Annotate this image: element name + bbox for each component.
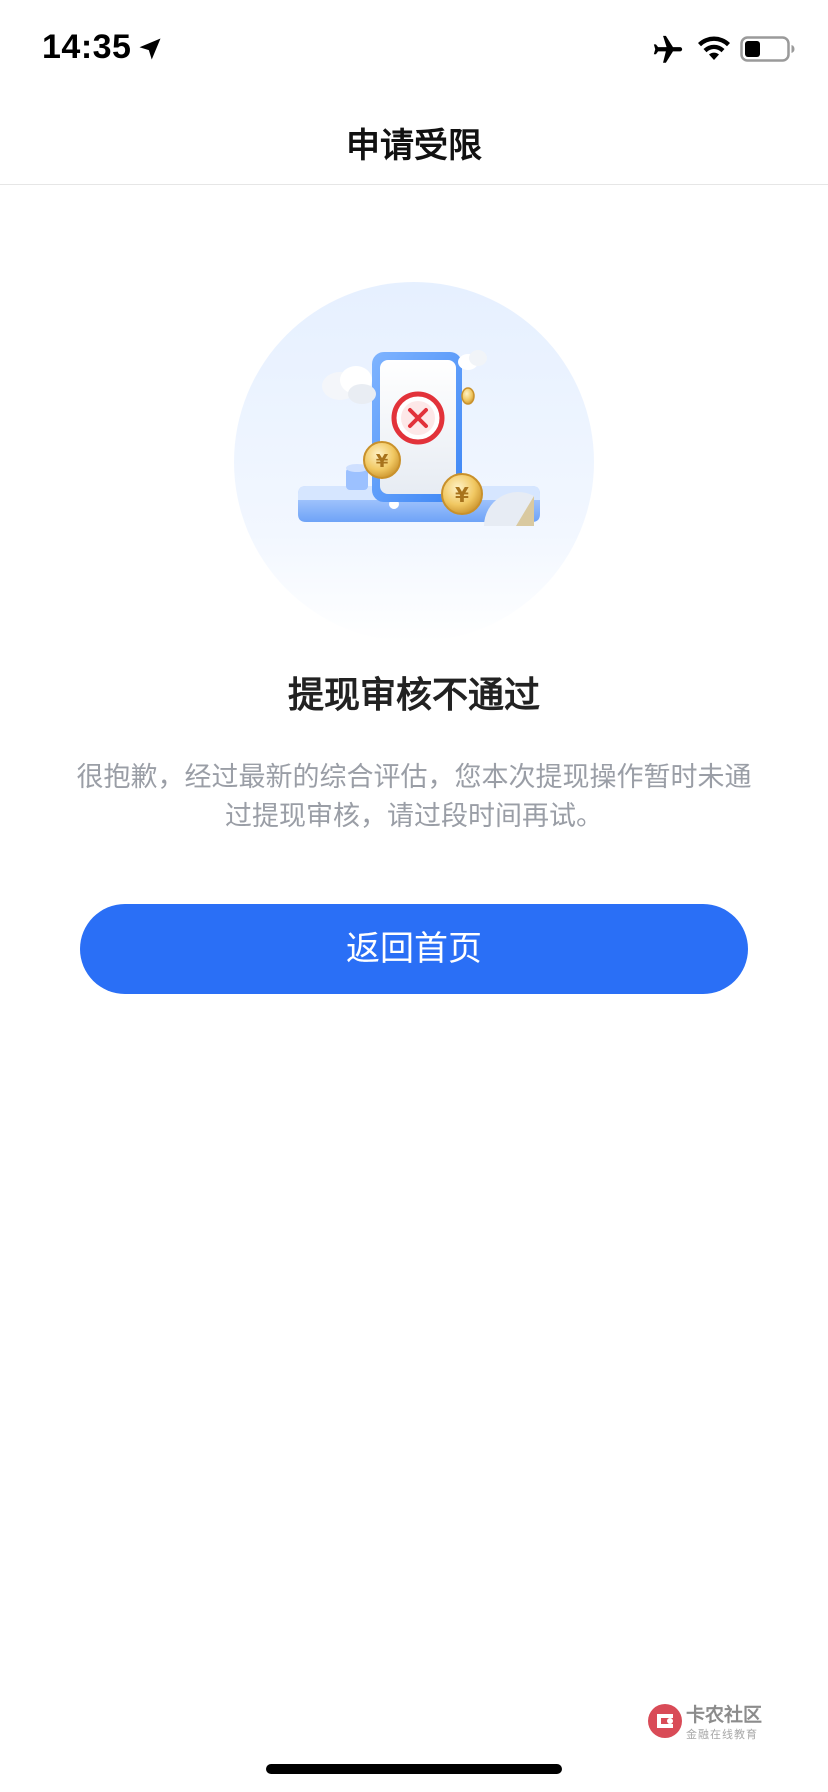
home-indicator[interactable] xyxy=(266,1764,562,1774)
nav-bar: 申请受限 xyxy=(0,100,828,185)
page-title: 申请受限 xyxy=(346,126,482,166)
svg-text:¥: ¥ xyxy=(376,451,389,472)
wifi-icon xyxy=(698,36,730,60)
location-arrow-icon xyxy=(139,38,161,60)
watermark-subtitle: 金融在线教育 xyxy=(686,1728,758,1741)
status-time: 14:35 xyxy=(42,28,132,66)
airplane-icon xyxy=(653,35,683,63)
result-title: 提现审核不通过 xyxy=(287,675,540,716)
watermark-logo-icon xyxy=(648,1704,682,1738)
coin-icon-left: ¥ xyxy=(363,441,401,479)
withdrawal-rejected-illustration: ¥ ¥ xyxy=(234,282,594,642)
coin-icon-small xyxy=(461,387,475,405)
battery-icon xyxy=(740,36,795,62)
result-description: 很抱歉，经过最新的综合评估，您本次提现操作暂时未通过提现审核，请过段时间再试。 xyxy=(76,762,752,832)
watermark-name: 卡农社区 xyxy=(686,1704,763,1726)
coin-icon-right: ¥ xyxy=(441,473,483,515)
watermark: 卡农社区 金融在线教育 xyxy=(646,1700,776,1744)
svg-text:¥: ¥ xyxy=(455,483,469,507)
back-to-home-button[interactable]: 返回首页 xyxy=(80,904,748,994)
status-bar: 14:35 xyxy=(0,0,828,100)
